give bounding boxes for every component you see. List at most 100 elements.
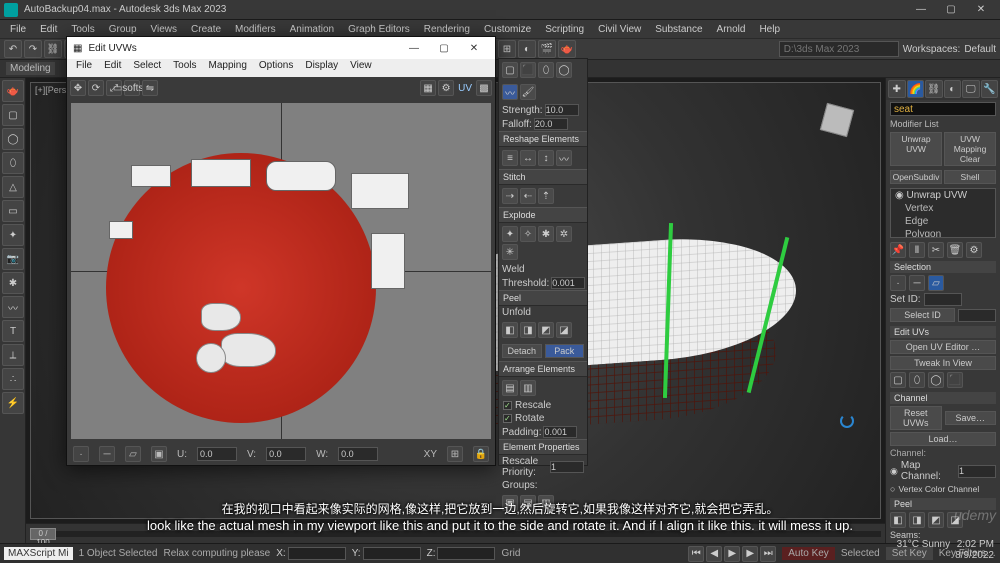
uv-island[interactable]: [196, 343, 226, 373]
uv-cluster-main[interactable]: [106, 153, 376, 423]
configure-icon[interactable]: ⚙: [966, 242, 982, 258]
peel-header[interactable]: Peel: [499, 290, 587, 306]
uv-polygon-icon[interactable]: ▱: [125, 446, 141, 462]
plane-icon[interactable]: ▭: [2, 200, 24, 222]
redo-icon[interactable]: ↷: [24, 40, 42, 58]
explode2-icon[interactable]: ✧: [520, 226, 536, 242]
cone-icon[interactable]: △: [2, 176, 24, 198]
maximize-button[interactable]: ▢: [936, 1, 966, 19]
sel-edge-icon[interactable]: ─: [909, 275, 925, 291]
project-path-input[interactable]: [779, 41, 899, 57]
explode5-icon[interactable]: ✳: [502, 244, 518, 260]
show-end-icon[interactable]: Ⅱ: [909, 242, 925, 258]
menu-substance[interactable]: Substance: [649, 22, 708, 37]
setid-input[interactable]: [924, 293, 962, 306]
uv-island[interactable]: [131, 165, 171, 187]
stitch-header[interactable]: Stitch: [499, 169, 587, 185]
peel2-icon[interactable]: ◨: [520, 322, 536, 338]
unique-icon[interactable]: ✂: [928, 242, 944, 258]
quickmap4-icon[interactable]: ⬛: [947, 372, 963, 388]
uv-grid-icon[interactable]: ⊞: [447, 446, 463, 462]
map-channel-radio[interactable]: ◉: [890, 466, 898, 477]
uvw-menu-edit[interactable]: Edit: [99, 59, 126, 77]
render-icon[interactable]: 🫖: [558, 40, 576, 58]
uv-island[interactable]: [371, 233, 405, 289]
uv-island[interactable]: [191, 159, 251, 187]
uvw-close-button[interactable]: ✕: [459, 39, 489, 57]
object-name-field[interactable]: seat: [890, 102, 996, 116]
explode1-icon[interactable]: ✦: [502, 226, 518, 242]
vertex-color-radio[interactable]: ○: [890, 484, 895, 494]
save-uvws-button[interactable]: Save…: [945, 411, 997, 425]
uv-move-icon[interactable]: ✥: [70, 80, 86, 96]
stack-unwrapuvw[interactable]: ◉ Unwrap UVW: [891, 189, 995, 202]
uvw-menu-mapping[interactable]: Mapping: [204, 59, 252, 77]
light-icon[interactable]: ✦: [2, 224, 24, 246]
tweak-in-view-button[interactable]: Tweak In View: [890, 356, 996, 370]
menu-rendering[interactable]: Rendering: [418, 22, 476, 37]
ribbon-tab-modeling[interactable]: Modeling: [6, 62, 55, 75]
modifier-list-dropdown[interactable]: Modifier List: [890, 119, 996, 129]
preset-uvwclear-button[interactable]: UVW Mapping Clear: [944, 132, 996, 166]
selection-rollout-header[interactable]: Selection: [890, 261, 996, 273]
motion-tab-icon[interactable]: ◐: [944, 80, 962, 98]
uv-vertex-icon[interactable]: ·: [73, 446, 89, 462]
menu-create[interactable]: Create: [185, 22, 227, 37]
menu-help[interactable]: Help: [753, 22, 786, 37]
selected-filter[interactable]: Selected: [841, 548, 880, 559]
arrange-header[interactable]: Arrange Elements: [499, 361, 587, 377]
hierarchy-tab-icon[interactable]: ⛓: [925, 80, 943, 98]
load-uvws-button[interactable]: Load…: [890, 432, 996, 446]
uv-w-input[interactable]: [338, 447, 378, 461]
menu-civilview[interactable]: Civil View: [592, 22, 647, 37]
strength-input[interactable]: [545, 104, 579, 116]
explode-header[interactable]: Explode: [499, 207, 587, 223]
uv-island[interactable]: [109, 221, 133, 239]
uv-mirror-icon[interactable]: ⇋: [142, 80, 158, 96]
rescaleprio-input[interactable]: [550, 461, 584, 473]
menu-views[interactable]: Views: [145, 22, 184, 37]
auto-key-button[interactable]: Auto Key: [782, 547, 835, 560]
explode4-icon[interactable]: ✲: [556, 226, 572, 242]
arrange2-icon[interactable]: ▥: [520, 380, 536, 396]
reshape-header[interactable]: Reshape Elements: [499, 131, 587, 147]
menu-file[interactable]: File: [4, 22, 32, 37]
peel4-icon[interactable]: ◪: [556, 322, 572, 338]
map-channel-input[interactable]: [958, 465, 996, 478]
uvw-minimize-button[interactable]: —: [399, 39, 429, 57]
sel-vertex-icon[interactable]: ·: [890, 275, 906, 291]
camera-icon[interactable]: 📷: [2, 248, 24, 270]
play-end-icon[interactable]: ⏭: [760, 546, 776, 562]
peel3-icon[interactable]: ◩: [538, 322, 554, 338]
straighten-icon[interactable]: ≡: [502, 150, 518, 166]
relax-icon[interactable]: 〰: [502, 84, 518, 100]
elprops-header[interactable]: Element Properties: [499, 439, 587, 455]
play-next-icon[interactable]: ▶: [742, 546, 758, 562]
uv-checker2-icon[interactable]: ▩: [476, 80, 492, 96]
bones-icon[interactable]: ⟂: [2, 344, 24, 366]
text-icon[interactable]: T: [2, 320, 24, 342]
uv-island[interactable]: [221, 333, 276, 367]
uvw-menu-display[interactable]: Display: [300, 59, 343, 77]
render-setup-icon[interactable]: 🎬: [538, 40, 556, 58]
selectid-button[interactable]: Select ID: [890, 308, 955, 322]
menu-group[interactable]: Group: [103, 22, 143, 37]
pin-stack-icon[interactable]: 📌: [890, 242, 906, 258]
uvw-menu-options[interactable]: Options: [254, 59, 298, 77]
menu-modifiers[interactable]: Modifiers: [229, 22, 282, 37]
uv-freeform-icon[interactable]: ▭softsel: [124, 80, 140, 96]
peel1-icon[interactable]: ◧: [502, 322, 518, 338]
modifier-stack[interactable]: ◉ Unwrap UVW Vertex Edge Polygon ▸ Edita…: [890, 188, 996, 238]
uv-checker-icon[interactable]: ▦: [420, 80, 436, 96]
pack-button[interactable]: Pack: [545, 344, 585, 358]
open-uv-editor-button[interactable]: Open UV Editor …: [890, 340, 996, 354]
menu-tools[interactable]: Tools: [65, 22, 100, 37]
uvw-menu-tools[interactable]: Tools: [168, 59, 201, 77]
arrange1-icon[interactable]: ▤: [502, 380, 518, 396]
uv-xy-label[interactable]: XY: [424, 449, 437, 460]
uv-u-input[interactable]: [197, 447, 237, 461]
edit-uvws-window[interactable]: ▦ Edit UVWs — ▢ ✕ File Edit Select Tools…: [66, 36, 496, 466]
menu-grapheditors[interactable]: Graph Editors: [342, 22, 416, 37]
transform-z-input[interactable]: [437, 547, 495, 560]
preset-unwrapuvw-button[interactable]: Unwrap UVW: [890, 132, 942, 166]
